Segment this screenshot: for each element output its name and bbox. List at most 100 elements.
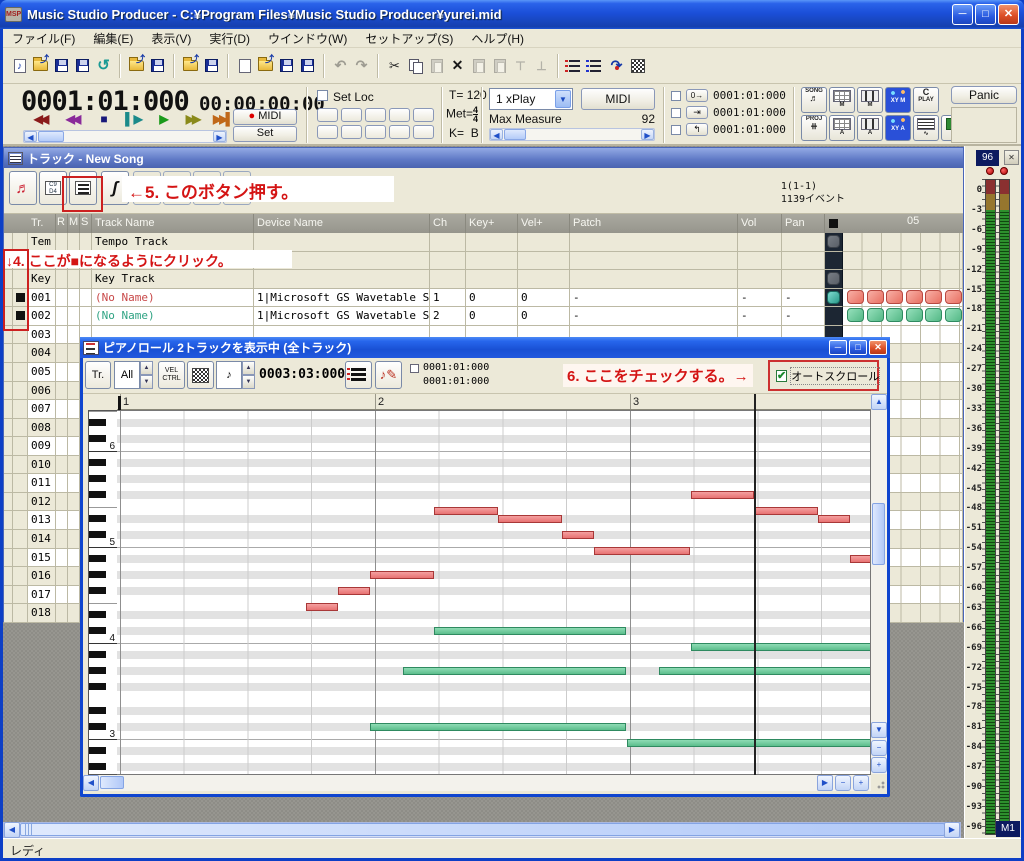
open-midi-button[interactable] [126, 54, 147, 78]
black-key[interactable] [89, 683, 106, 690]
header-vel[interactable]: Vel+ [518, 214, 570, 233]
midi-note[interactable] [691, 491, 754, 499]
panic-button[interactable]: Panic [951, 86, 1017, 104]
menu-execute[interactable]: 実行(D) [200, 28, 259, 49]
set-loc-slot[interactable] [365, 125, 386, 139]
midi-note[interactable] [818, 515, 850, 523]
measure-scrollbar[interactable]: ◀ ▶ [489, 128, 655, 141]
scroll-up-icon[interactable]: ▲ [871, 394, 887, 410]
black-key[interactable] [89, 459, 106, 466]
title-bar[interactable]: MSP Music Studio Producer - C:¥Program F… [0, 0, 1024, 29]
header-track-name[interactable]: Track Name [92, 214, 254, 233]
set-loc-checkbox[interactable] [317, 90, 328, 104]
header-device-name[interactable]: Device Name [254, 214, 430, 233]
loc-checkbox-2[interactable] [671, 107, 681, 121]
midi-note[interactable] [370, 571, 434, 579]
pr-hscrollbar[interactable]: ◀ ▶ − + [83, 775, 887, 791]
paste-insert-button[interactable] [489, 54, 510, 78]
midi-button[interactable]: MIDI [581, 88, 655, 110]
play-button[interactable]: ▶ [151, 111, 177, 127]
zoom-in-v-button[interactable]: + [871, 757, 887, 773]
track-state-blob[interactable] [827, 272, 840, 285]
black-key[interactable] [89, 587, 106, 594]
black-key[interactable] [89, 667, 106, 674]
set-loc-slot[interactable] [317, 125, 338, 139]
stop-button[interactable]: ■ [91, 111, 117, 127]
menu-setup[interactable]: セットアップ(S) [356, 28, 462, 49]
black-key[interactable] [89, 491, 106, 498]
header-m[interactable]: M [68, 214, 80, 233]
black-key[interactable] [89, 707, 106, 714]
copy-button[interactable] [405, 54, 426, 78]
header-patch[interactable]: Patch [570, 214, 738, 233]
spin-up-icon[interactable]: ▲ [140, 361, 153, 375]
clip-cell[interactable] [925, 290, 942, 304]
piano-keys[interactable]: 6543 [88, 410, 117, 775]
midi-note[interactable] [659, 667, 871, 675]
black-key[interactable] [89, 515, 106, 522]
close-button[interactable]: ✕ [998, 4, 1019, 25]
zoom-in-h-button[interactable]: + [853, 775, 869, 791]
paste-merge-button[interactable] [468, 54, 489, 78]
xy-m-button[interactable]: XY M [885, 87, 911, 113]
black-key[interactable] [89, 611, 106, 618]
zoom-out-v-button[interactable]: − [871, 740, 887, 756]
vel-ctrl-button[interactable]: VELCTRL [158, 361, 185, 389]
black-key[interactable] [89, 651, 106, 658]
chevron-down-icon[interactable]: ▼ [555, 90, 571, 108]
clip-cell[interactable] [867, 290, 884, 304]
spin-down-icon[interactable]: ▼ [242, 375, 255, 389]
scroll-left-icon[interactable]: ◀ [4, 822, 20, 838]
track-list-m-button[interactable]: M [829, 87, 855, 113]
set-loc-slot[interactable] [413, 108, 434, 122]
pencil-note-button[interactable]: ♪✎ [375, 361, 402, 389]
rewind-start-button[interactable]: ◀◀ [27, 111, 53, 127]
menu-window[interactable]: ウインドウ(W) [259, 28, 356, 49]
hscroll-thumb[interactable] [100, 776, 124, 789]
maximize-button[interactable]: □ [975, 4, 996, 25]
header-ch[interactable]: Ch [430, 214, 466, 233]
meter-range-box[interactable]: 96 [976, 150, 999, 166]
midi-note[interactable] [754, 507, 818, 515]
autoscroll-checkbox[interactable]: ✔ [776, 370, 787, 382]
clip-cell[interactable] [886, 290, 903, 304]
mixer-a-button[interactable]: A [857, 115, 883, 141]
header-vol[interactable]: Vol [738, 214, 782, 233]
piano-roll-ruler[interactable]: 123 [117, 394, 871, 410]
midi-note[interactable] [434, 627, 626, 635]
delete-button[interactable]: ✕ [447, 54, 468, 78]
merge-up-button[interactable]: ⊤ [510, 54, 531, 78]
clip-cell[interactable] [847, 308, 864, 322]
save-midi-button[interactable] [147, 54, 168, 78]
black-key[interactable] [89, 747, 106, 754]
header-tr[interactable]: Tr. [28, 214, 56, 233]
grid-button[interactable] [627, 54, 648, 78]
midi-note[interactable] [850, 555, 871, 563]
open-project-button[interactable] [180, 54, 201, 78]
grid-snap-button[interactable] [187, 361, 214, 389]
mixer-m-button[interactable]: M [857, 87, 883, 113]
header-pan[interactable]: Pan [782, 214, 825, 233]
black-key[interactable] [89, 475, 106, 482]
loc-return-icon[interactable]: ↰ [686, 123, 708, 136]
scroll-right-icon[interactable]: ▶ [641, 129, 654, 140]
scroll-left-icon[interactable]: ◀ [83, 775, 99, 791]
loc-end-icon[interactable]: ⇥ [686, 106, 708, 119]
scroll-thumb[interactable] [504, 129, 526, 140]
scroll-right-icon[interactable]: ▶ [944, 822, 960, 838]
mdi-hscrollbar[interactable]: ◀ ▶ [3, 822, 961, 838]
staff-button[interactable]: ∿ [913, 115, 939, 141]
black-key[interactable] [89, 435, 106, 442]
black-key[interactable] [89, 531, 106, 538]
midi-note[interactable] [627, 739, 871, 747]
note-view-button[interactable]: ♬ [9, 171, 37, 205]
save-all-button[interactable] [297, 54, 318, 78]
spin-up-icon[interactable]: ▲ [242, 361, 255, 375]
loc-start-icon[interactable]: 0→ [686, 89, 708, 102]
menu-file[interactable]: ファイル(F) [3, 28, 84, 49]
cplay-button[interactable]: CPLAY [913, 87, 939, 113]
scroll-down-icon[interactable]: ▼ [871, 722, 887, 738]
set-button[interactable]: Set [233, 126, 297, 142]
track-state-blob[interactable] [827, 235, 840, 248]
event-list-blue-button[interactable] [585, 54, 606, 78]
